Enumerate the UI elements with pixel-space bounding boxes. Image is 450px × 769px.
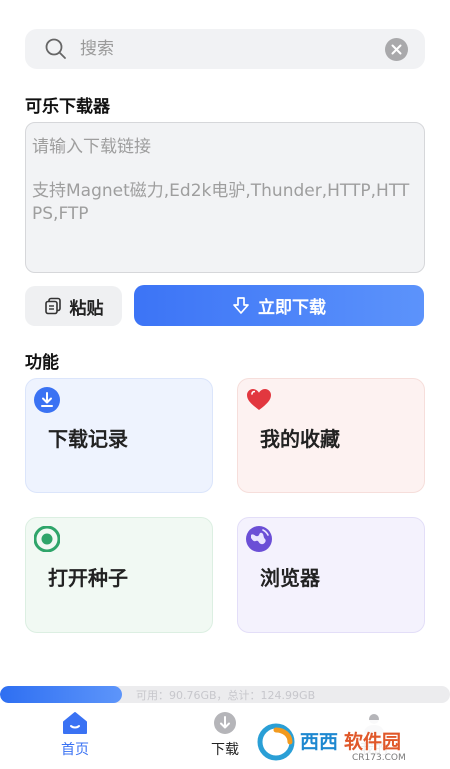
tab-home-label: 首页 <box>61 742 89 758</box>
open-torrent-card[interactable]: 打开种子 <box>25 517 213 633</box>
favorites-label: 我的收藏 <box>260 427 340 451</box>
search-icon <box>45 38 66 59</box>
download-link-input[interactable]: 请输入下载链接 支持Magnet磁力,Ed2k电驴,Thunder,HTTP,H… <box>25 122 425 273</box>
download-arrow-icon <box>233 296 249 314</box>
search-bar[interactable] <box>25 29 425 69</box>
open-torrent-label: 打开种子 <box>48 566 128 590</box>
download-history-label: 下载记录 <box>48 427 128 451</box>
download-tab-icon <box>214 712 236 734</box>
heart-icon <box>247 389 271 410</box>
globe-icon <box>246 526 272 552</box>
tab-download-label: 下载 <box>211 742 239 758</box>
search-input[interactable] <box>80 39 370 59</box>
download-circle-icon <box>34 387 60 413</box>
paste-button[interactable]: 粘贴 <box>25 286 122 326</box>
svg-text:软件园: 软件园 <box>344 730 401 753</box>
seed-icon <box>34 526 60 552</box>
download-now-label: 立即下载 <box>258 298 326 318</box>
download-history-card[interactable]: 下载记录 <box>25 378 213 493</box>
favorites-card[interactable]: 我的收藏 <box>237 378 425 493</box>
features-title: 功能 <box>25 353 59 373</box>
paste-label: 粘贴 <box>69 298 104 319</box>
watermark-logo: 西西 软件园 CR173.COM <box>252 720 432 764</box>
home-icon <box>63 712 87 734</box>
storage-text: 可用：90.76GB，总计：124.99GB <box>136 689 316 702</box>
close-icon <box>391 44 402 55</box>
browser-card[interactable]: 浏览器 <box>237 517 425 633</box>
storage-used-fill <box>0 686 122 703</box>
svg-text:CR173.COM: CR173.COM <box>352 753 406 763</box>
browser-label: 浏览器 <box>260 566 320 590</box>
tab-home[interactable]: 首页 <box>35 711 115 759</box>
svg-text:西西: 西西 <box>300 731 338 753</box>
storage-bar: 可用：90.76GB，总计：124.99GB <box>0 686 450 703</box>
paste-icon <box>44 297 61 315</box>
clear-search-button[interactable] <box>385 38 408 61</box>
app-title: 可乐下载器 <box>25 97 110 117</box>
link-placeholder-line2: 支持Magnet磁力,Ed2k电驴,Thunder,HTTP,HTTPS,FTP <box>32 181 410 224</box>
link-placeholder-line1: 请输入下载链接 <box>32 137 151 157</box>
download-now-button[interactable]: 立即下载 <box>134 285 424 326</box>
